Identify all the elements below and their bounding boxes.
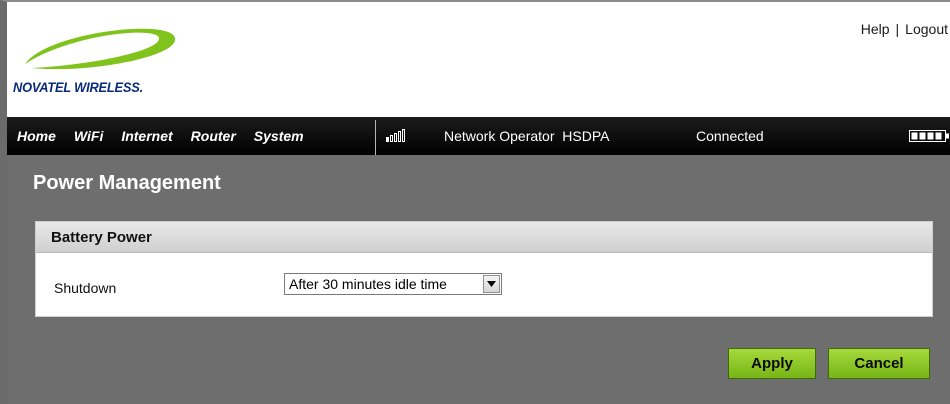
main-nav: Home WiFi Internet Router System <box>7 117 312 155</box>
header: NOVATEL WIRELESS. Help | Logout <box>7 2 950 118</box>
network-type: HSDPA <box>562 128 610 144</box>
nav-item-wifi[interactable]: WiFi <box>74 128 103 144</box>
dropdown-arrow-icon[interactable] <box>483 275 500 293</box>
link-separator: | <box>895 21 900 37</box>
nav-item-internet[interactable]: Internet <box>121 128 172 144</box>
page-title: Power Management <box>33 172 221 194</box>
connection-status: Connected <box>696 128 764 144</box>
signal-strength-icon <box>386 128 405 142</box>
panel-heading: Battery Power <box>36 222 932 253</box>
nav-item-system[interactable]: System <box>254 128 304 144</box>
nav-item-home[interactable]: Home <box>17 128 56 144</box>
brand-logo-text: NOVATEL WIRELESS. <box>13 80 144 95</box>
nav-divider <box>375 120 376 155</box>
shutdown-select[interactable]: After 30 minutes idle time <box>284 273 502 295</box>
network-operator-status: Network Operator HSDPA <box>444 117 609 155</box>
battery-icon <box>909 130 949 142</box>
nav-item-router[interactable]: Router <box>191 128 236 144</box>
logout-link[interactable]: Logout <box>905 21 948 37</box>
battery-power-panel: Battery Power Shutdown After 30 minutes … <box>35 221 933 317</box>
apply-button[interactable]: Apply <box>728 348 816 379</box>
help-link[interactable]: Help <box>861 21 890 37</box>
top-links: Help | Logout <box>861 21 948 37</box>
novatel-logo-swoosh-icon <box>25 28 176 70</box>
shutdown-label: Shutdown <box>54 280 117 296</box>
cancel-button[interactable]: Cancel <box>828 348 930 379</box>
operator-name: Network Operator <box>444 128 555 144</box>
shutdown-select-value: After 30 minutes idle time <box>289 276 447 292</box>
main-content: Power Management Battery Power Shutdown … <box>7 155 950 404</box>
nav-bar: Home WiFi Internet Router System Network… <box>7 117 950 155</box>
